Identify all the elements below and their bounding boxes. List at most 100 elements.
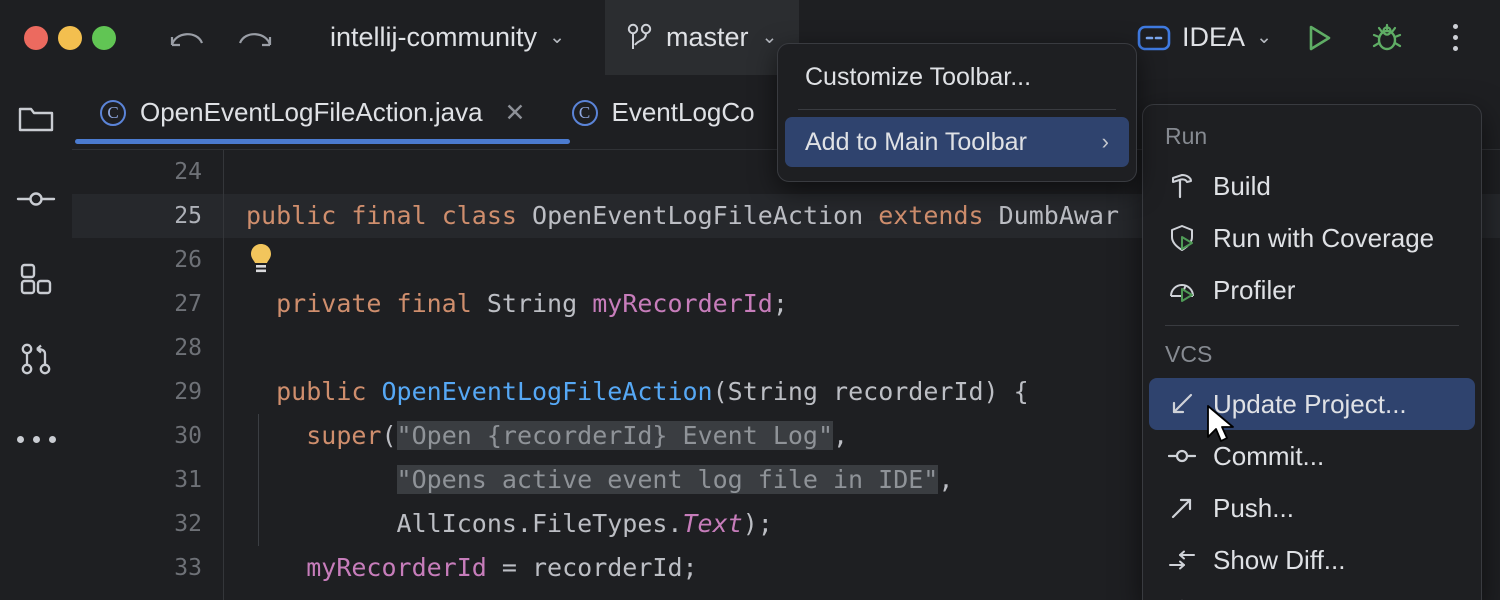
toolbar-context-menu: Customize Toolbar... Add to Main Toolbar…	[777, 43, 1137, 182]
context-menu-item-add-to-main-toolbar[interactable]: Add to Main Toolbar ›	[785, 117, 1129, 167]
close-icon[interactable]: ✕	[505, 98, 526, 128]
code-token: class	[441, 201, 517, 230]
indent-guide	[258, 414, 259, 546]
branch-name-label: master	[665, 22, 749, 52]
project-selector[interactable]: intellij-community ⌄	[320, 16, 575, 59]
run-configuration-icon	[1137, 24, 1171, 52]
sidebar-item-structure[interactable]	[14, 257, 58, 301]
line-number: 30	[174, 423, 202, 449]
editor-tab-eventlogco[interactable]: C EventLogCo	[544, 75, 773, 150]
submenu-item-label: Build	[1213, 170, 1271, 201]
sidebar-item-project[interactable]	[14, 97, 58, 141]
redo-arrow-icon[interactable]	[232, 15, 278, 61]
close-window-button[interactable]	[24, 25, 48, 50]
active-tab-indicator	[75, 139, 570, 144]
code-token: String	[471, 289, 593, 318]
submenu-item-run-with-coverage[interactable]: Run with Coverage	[1149, 212, 1475, 264]
chevron-down-icon: ⌄	[1256, 27, 1272, 48]
push-arrow-up-right-icon	[1167, 493, 1197, 523]
undo-arrow-icon[interactable]	[164, 15, 210, 61]
branch-selector[interactable]: master ⌄	[604, 0, 800, 75]
submenu-item-build[interactable]: Build	[1149, 160, 1475, 212]
tool-window-sidebar	[0, 75, 72, 600]
chevron-down-icon: ⌄	[761, 27, 778, 48]
git-branch-icon	[627, 23, 653, 53]
minimize-window-button[interactable]	[58, 25, 82, 50]
line-number: 29	[174, 379, 202, 405]
code-token: "Open {recorderId} Event Log"	[396, 421, 834, 450]
submenu-item-label: Push...	[1213, 492, 1294, 523]
code-token: DumbAwar	[983, 201, 1120, 230]
commit-dot-icon	[1167, 441, 1197, 471]
submenu-item-show-diff[interactable]: Show Diff...	[1149, 534, 1475, 586]
submenu-item-label: Run with Coverage	[1213, 222, 1435, 253]
code-token: ,	[833, 421, 849, 450]
maximize-window-button[interactable]	[92, 25, 116, 50]
submenu-group-title-run: Run	[1165, 123, 1208, 149]
code-token: private	[276, 289, 382, 318]
run-play-icon[interactable]	[1298, 17, 1340, 59]
run-configuration-label: IDEA	[1182, 22, 1246, 52]
java-class-icon: C	[571, 99, 598, 126]
code-token: OpenEventLogFileAction	[516, 201, 879, 230]
submenu-separator	[1165, 325, 1459, 326]
debug-bug-icon[interactable]	[1366, 17, 1408, 59]
code-token: final	[396, 289, 472, 318]
code-token: extends	[878, 201, 984, 230]
main-toolbar: intellij-community ⌄ master ⌄ IDEA ⌄	[0, 0, 1500, 75]
context-menu-item-customize-toolbar[interactable]: Customize Toolbar...	[785, 52, 1129, 102]
sidebar-item-more-tool-windows[interactable]	[14, 417, 58, 461]
more-vertical-icon[interactable]	[1434, 17, 1476, 59]
line-number: 25	[72, 194, 224, 238]
editor-tab-label: EventLogCo	[611, 97, 755, 127]
context-menu-separator	[798, 109, 1116, 110]
update-arrow-down-left-icon	[1167, 389, 1197, 419]
window-traffic-lights	[24, 25, 116, 50]
context-menu-item-label: Customize Toolbar...	[805, 62, 1032, 91]
submenu-item-label: Show Diff...	[1213, 544, 1346, 575]
java-class-icon: C	[100, 99, 126, 126]
line-number: 28	[174, 335, 202, 361]
submenu-item-partial[interactable]	[1149, 586, 1475, 600]
code-token: super	[306, 421, 382, 450]
mouse-pointer-icon	[1205, 404, 1239, 448]
submenu-group-title-vcs: VCS	[1165, 341, 1213, 367]
ide-window: intellij-community ⌄ master ⌄ IDEA ⌄ C O…	[0, 0, 1500, 600]
code-token: Text	[682, 509, 743, 538]
add-to-main-toolbar-submenu: Run Build Run with Coverage Profiler VCS…	[1142, 104, 1482, 600]
sidebar-item-commit[interactable]	[14, 177, 58, 221]
coverage-shield-play-icon	[1167, 223, 1197, 253]
code-token: myRecorderId	[306, 553, 487, 582]
line-number: 26	[174, 247, 202, 273]
code-token: AllIcons.FileTypes.	[246, 509, 683, 538]
code-token: );	[742, 509, 773, 538]
chevron-down-icon: ⌄	[549, 27, 565, 48]
submenu-item-push[interactable]: Push...	[1149, 482, 1475, 534]
chevron-right-icon: ›	[1101, 129, 1109, 154]
code-token: ,	[938, 465, 954, 494]
line-number: 33	[174, 555, 202, 581]
submenu-item-profiler[interactable]: Profiler	[1149, 264, 1475, 316]
run-configuration-selector[interactable]: IDEA ⌄	[1137, 22, 1272, 53]
submenu-item-update-project[interactable]: Update Project...	[1149, 378, 1475, 430]
editor-gutter[interactable]: 24 25 26 27 28 29 30 31 32 33	[72, 150, 224, 600]
undo-redo-group	[164, 15, 278, 61]
submenu-item-label: Update Project...	[1213, 388, 1407, 419]
hammer-icon	[1167, 171, 1197, 201]
code-token: OpenEventLogFileAction	[381, 377, 713, 406]
submenu-item-commit[interactable]: Commit...	[1149, 430, 1475, 482]
show-diff-arrows-icon	[1167, 545, 1197, 575]
project-name-label: intellij-community	[330, 22, 538, 52]
code-token: "Opens active event log file in IDE"	[396, 465, 939, 494]
submenu-item-label: Profiler	[1213, 274, 1296, 305]
code-token: = recorderId;	[486, 553, 698, 582]
sidebar-item-pull-requests[interactable]	[14, 337, 58, 381]
